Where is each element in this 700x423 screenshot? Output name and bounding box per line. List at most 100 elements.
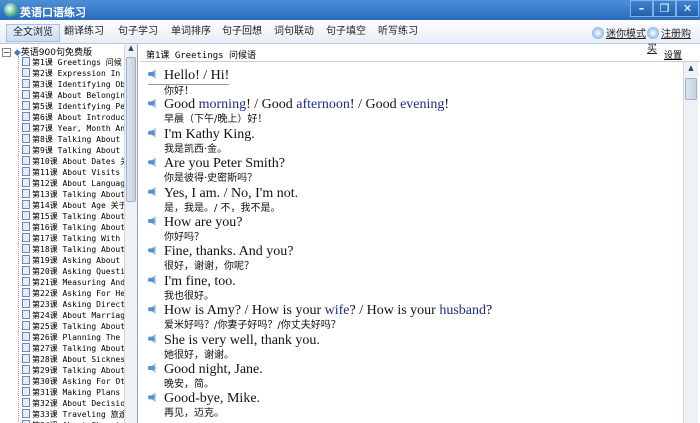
app-logo-icon [4, 3, 18, 17]
document-icon [22, 101, 30, 110]
keyword[interactable]: morning [199, 97, 246, 112]
tree-item[interactable]: 第27课 Talking About [22, 343, 124, 354]
tree-item-label: 第28课 About Sicknes [32, 355, 124, 364]
chinese-translation: 你好！ [164, 86, 194, 97]
tree-item[interactable]: 第14课 About Age 关于 [22, 200, 124, 211]
tree-item-label: 第15课 Talking About [32, 212, 124, 221]
tab-sentence-recall[interactable]: 句子回想 [216, 24, 268, 42]
speaker-icon[interactable] [148, 98, 156, 109]
tab-dictation[interactable]: 听写练习 [372, 24, 424, 42]
tree-item[interactable]: 第32课 About Decisio [22, 398, 124, 409]
tree-item[interactable]: 第24课 About Marriag [22, 310, 124, 321]
document-icon [22, 134, 30, 143]
speaker-icon[interactable] [148, 392, 156, 403]
tree-item-label: 第21课 Measuring And [32, 278, 124, 287]
tree-item[interactable]: 第19课 Asking About [22, 255, 124, 266]
tree-scrollbar[interactable]: ▲ [124, 44, 137, 423]
sentence-entry: Are you Peter Smith? 你是彼得·史密斯吗？ [148, 156, 285, 185]
tab-translation[interactable]: 翻译练习 [58, 24, 110, 42]
speaker-icon[interactable] [148, 157, 156, 168]
tree-item[interactable]: 第28课 About Sicknes [22, 354, 124, 365]
keyword[interactable]: wife [325, 303, 350, 318]
speaker-icon[interactable] [148, 333, 156, 344]
tree-item[interactable]: 第31课 Making Plans [22, 387, 124, 398]
tree-item[interactable]: 第8课 Talking About [22, 134, 124, 145]
tree-item[interactable]: 第17课 Talking With [22, 233, 124, 244]
tree-item[interactable]: 第22课 Asking For He [22, 288, 124, 299]
english-sentence: I'm Kathy King. [148, 127, 255, 143]
content-scrollbar[interactable]: ▲ [683, 62, 698, 423]
english-sentence: Yes, I am. / No, I'm not. [148, 186, 298, 202]
tree-item[interactable]: 第3课 Identifying Ob [22, 79, 124, 90]
speaker-icon[interactable] [148, 363, 156, 373]
tree-item-label: 第25课 Talking About [32, 322, 124, 331]
english-sentence: How is Amy? / How is your wife? / How is… [148, 303, 492, 319]
speaker-icon[interactable] [148, 245, 156, 256]
sentence-text: Good night, Jane. [164, 362, 263, 377]
tab-word-sentence-link[interactable]: 词句联动 [268, 24, 320, 42]
tree-item-label: 第3课 Identifying Ob [32, 80, 124, 89]
close-button[interactable]: ✕ [676, 0, 699, 17]
sentence-list: Hello! / Hi! 你好！ Good morning! / Good afte… [140, 62, 683, 423]
tree-item[interactable]: 第23课 Asking Direct [22, 299, 124, 310]
tree-item-label: 第16课 Talking About [32, 223, 124, 232]
tab-full-text[interactable]: 全文浏览 [6, 24, 60, 42]
tree-item[interactable]: 第9课 Talking About [22, 145, 124, 156]
book-icon: ◆ [13, 48, 21, 58]
restore-button[interactable]: ❐ [653, 0, 676, 17]
globe-icon [647, 27, 659, 39]
speaker-icon[interactable] [148, 127, 156, 138]
tree-item[interactable]: 第16课 Talking About [22, 222, 124, 233]
scroll-up-icon[interactable]: ▲ [684, 64, 698, 76]
scroll-thumb[interactable] [685, 78, 697, 100]
speaker-icon[interactable] [148, 186, 156, 197]
mini-mode-link[interactable]: 迷你模式 [592, 25, 646, 40]
tree-item[interactable]: 第29课 Talking About [22, 365, 124, 376]
tree-item[interactable]: 第25课 Talking About [22, 321, 124, 332]
collapse-icon[interactable]: − [2, 48, 11, 57]
tree-item[interactable]: 第12课 About Languag [22, 178, 124, 189]
tree-item[interactable]: 第18课 Talking About [22, 244, 124, 255]
tab-word-order[interactable]: 单词排序 [165, 24, 217, 42]
sentence-entry: Good-bye, Mike. 再见，迈克。 [148, 391, 260, 420]
minimize-button[interactable]: – [630, 0, 653, 17]
tree-item[interactable]: 第2课 Expression In [22, 68, 124, 79]
speaker-icon[interactable] [148, 304, 156, 315]
chinese-translation: 再见，迈克。 [164, 408, 224, 420]
scroll-up-icon[interactable]: ▲ [125, 44, 137, 56]
speaker-icon[interactable] [148, 216, 156, 226]
document-icon [22, 244, 30, 253]
sentence-text: She is very well, thank you. [164, 332, 320, 348]
tree-item[interactable]: 第15课 Talking About [22, 211, 124, 222]
sentence-text: ? [486, 303, 493, 319]
tree-item-label: 第29课 Talking About [32, 366, 124, 375]
keyword[interactable]: husband [439, 303, 486, 318]
tree-item[interactable]: 第20课 Asking Questi [22, 266, 124, 277]
tab-sentence-study[interactable]: 句子学习 [112, 24, 164, 42]
tree-item[interactable]: 第26课 Planning The [22, 332, 124, 343]
keyword[interactable]: afternoon [296, 97, 350, 112]
speaker-icon[interactable] [148, 274, 156, 285]
speaker-icon[interactable] [148, 69, 156, 79]
tree-item[interactable]: 第4课 About Belongin [22, 90, 124, 101]
sentence-text: Good [164, 97, 199, 113]
scroll-thumb[interactable] [126, 57, 136, 202]
tree-item[interactable]: 第33课 Traveling 旅途 [22, 409, 124, 420]
tree-item-label: 第6课 About Introduc [32, 113, 124, 122]
tree-item[interactable]: 第30课 Asking For Ot [22, 376, 124, 387]
english-sentence: Hello! / Hi! [148, 68, 230, 85]
tree-item-label: 第30课 Asking For Ot [32, 377, 124, 386]
tree-item[interactable]: 第1课 Greetings 问候 [22, 57, 124, 68]
tree-item[interactable]: 第11课 About Visits [22, 167, 124, 178]
tree-item[interactable]: 第5课 Identifying Pe [22, 101, 124, 112]
tree-item[interactable]: 第7课 Year, Month An [22, 123, 124, 134]
tree-item[interactable]: 第21课 Measuring And [22, 277, 124, 288]
tab-fill-blank[interactable]: 句子填空 [320, 24, 372, 42]
tree-item[interactable]: 第13课 Talking About [22, 189, 124, 200]
document-icon [22, 266, 30, 275]
tree-item[interactable]: 第10课 About Dates 关 [22, 156, 124, 167]
tree-item[interactable]: 第6课 About Introduc [22, 112, 124, 123]
settings-link[interactable]: 设置 [664, 48, 682, 61]
keyword[interactable]: evening [400, 97, 444, 112]
sentence-entry: How is Amy? / How is your wife? / How is… [148, 303, 492, 332]
